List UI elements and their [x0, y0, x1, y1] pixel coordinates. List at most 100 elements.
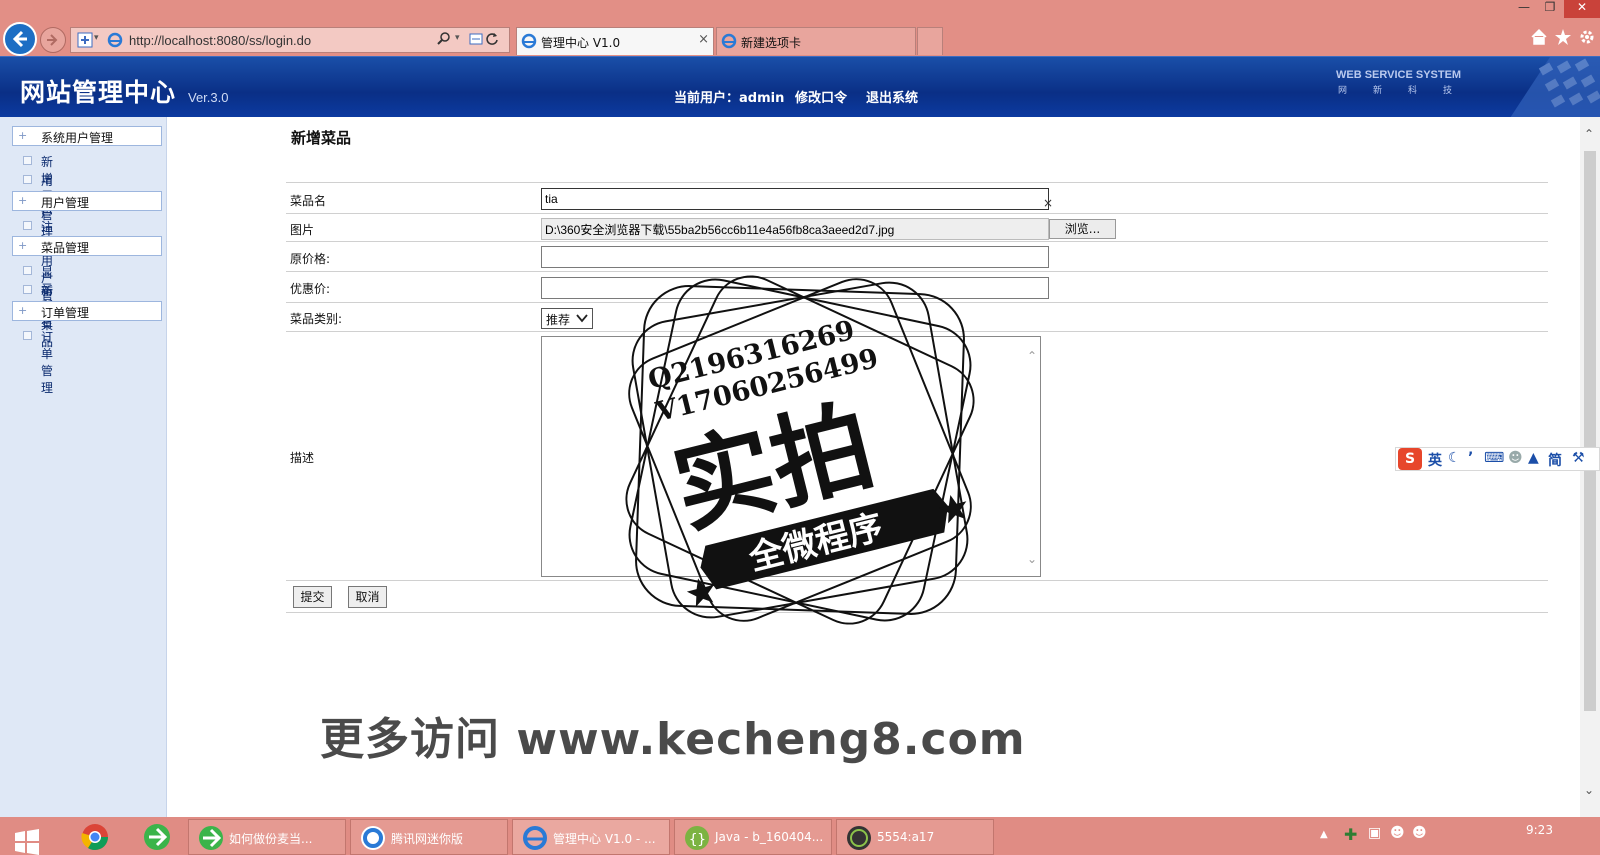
tray-qq2-icon[interactable]: ☻ — [1412, 825, 1427, 841]
search-icon[interactable] — [437, 32, 451, 46]
360-browser-icon[interactable] — [142, 822, 172, 852]
user-icon[interactable]: ☻ — [1508, 450, 1523, 466]
clock[interactable]: 9:23 — [1526, 823, 1553, 837]
browse-button[interactable]: 浏览... — [1049, 219, 1116, 239]
ie-tab-icon — [721, 33, 737, 49]
ie-page-icon — [107, 32, 123, 48]
url-text[interactable]: http://localhost:8080/ss/login.do — [129, 33, 311, 48]
svg-text:{}: {} — [689, 832, 706, 848]
sidebar-group-users[interactable]: + 用户管理 — [12, 191, 162, 211]
submit-button[interactable]: 提交 — [293, 586, 332, 608]
scroll-down-icon[interactable]: ⌄ — [1584, 783, 1594, 797]
ime-toolbar[interactable]: S 英 ☾ ’ ⌨ ☻ ▲ 简 ⚒ — [1395, 447, 1600, 471]
menu-bullet-icon — [23, 266, 32, 275]
ime-language[interactable]: 英 — [1428, 450, 1442, 470]
plus-icon: + — [18, 194, 28, 207]
keyboard-decoration-icon — [1510, 57, 1600, 118]
divider — [286, 213, 1548, 214]
dish-name-input[interactable] — [541, 188, 1049, 210]
tray-network-icon[interactable]: ▣ — [1368, 825, 1381, 841]
taskbar-item-java[interactable]: {} Java - b_160404... — [674, 819, 832, 855]
brand-english: WEB SERVICE SYSTEM — [1336, 69, 1462, 81]
sidebar-group-dishes[interactable]: + 菜品管理 — [12, 236, 162, 256]
stamp-watermark: Q2196316269 V17060256499 实拍 全微程序 — [625, 275, 975, 625]
menu-bullet-icon — [23, 221, 32, 230]
current-user: 当前用户：admin — [674, 91, 785, 106]
forward-button[interactable] — [40, 27, 66, 53]
category-label: 菜品类别: — [290, 312, 343, 326]
tray-expand-icon[interactable]: ▲ — [1320, 829, 1328, 840]
tab-new-tab[interactable]: 新建选项卡 — [716, 27, 916, 55]
refresh-icon[interactable] — [485, 32, 499, 46]
chevron-up-icon[interactable]: ⌃ — [1027, 349, 1037, 363]
skin-icon[interactable]: ▲ — [1528, 450, 1539, 466]
compat-icon[interactable] — [469, 32, 483, 46]
tab-label: 管理中心 V1.0 — [541, 36, 621, 50]
punctuation-icon[interactable]: ’ — [1468, 450, 1473, 466]
home-icon[interactable] — [1530, 28, 1548, 46]
original-price-label: 原价格: — [290, 252, 331, 266]
taskbar-item-tencent-mini[interactable]: 腾讯网迷你版 — [350, 819, 508, 855]
ime-mode[interactable]: 简 — [1548, 450, 1562, 470]
page-title: 新增菜品 — [291, 129, 352, 147]
restore-icon[interactable]: ❐ — [1538, 0, 1562, 18]
description-label: 描述 — [290, 451, 315, 465]
image-label: 图片 — [290, 223, 315, 237]
new-tab-button[interactable] — [917, 27, 943, 55]
plus-icon: + — [18, 239, 28, 252]
taskbar-item-label: 如何做份麦当... — [229, 832, 313, 846]
taskbar-item-label: 管理中心 V1.0 - ... — [553, 832, 656, 846]
taskbar-item-label: 5554:a17 — [877, 830, 935, 844]
sidebar-group-label: 菜品管理 — [41, 241, 90, 255]
category-select[interactable]: 推荐 — [541, 308, 593, 329]
ie-icon — [523, 826, 547, 850]
chevron-down-icon[interactable]: ⌄ — [1027, 552, 1037, 566]
menu-bullet-icon — [23, 331, 32, 340]
divider — [286, 182, 1548, 183]
favorites-star-icon[interactable] — [1554, 28, 1572, 46]
back-button[interactable] — [3, 22, 37, 56]
close-window-icon[interactable]: ✕ — [1564, 0, 1600, 18]
tab-admin-center[interactable]: 管理中心 V1.0 × — [516, 27, 714, 55]
dish-name-label: 菜品名 — [290, 194, 327, 208]
cancel-button[interactable]: 取消 — [348, 586, 387, 608]
image-path-input[interactable] — [541, 218, 1049, 240]
chrome-icon[interactable] — [80, 822, 110, 852]
taskbar: 如何做份麦当... 腾讯网迷你版 管理中心 V1.0 - ... {} Java… — [0, 817, 1600, 855]
wrench-icon[interactable]: ⚒ — [1572, 450, 1585, 466]
dropdown-icon[interactable]: ▾ — [94, 33, 99, 43]
tray-qq-icon[interactable]: ☻ — [1390, 825, 1405, 841]
close-tab-icon[interactable]: × — [698, 32, 709, 47]
scroll-thumb[interactable] — [1584, 151, 1596, 711]
taskbar-item-admin-center[interactable]: 管理中心 V1.0 - ... — [512, 819, 670, 855]
app-header: 网站管理中心 Ver.3.0 当前用户：admin 修改口令 退出系统 WEB … — [0, 56, 1600, 118]
scroll-up-icon[interactable]: ⌃ — [1584, 127, 1594, 141]
tray-security-icon[interactable]: ✚ — [1344, 825, 1357, 844]
menu-bullet-icon — [23, 175, 32, 184]
gear-icon[interactable] — [1578, 28, 1596, 46]
chevron-down-icon — [576, 314, 588, 323]
plus-icon: + — [18, 304, 28, 317]
keyboard-icon[interactable]: ⌨ — [1484, 450, 1504, 466]
clear-input-icon[interactable]: × — [1043, 196, 1053, 210]
windows-start-icon[interactable] — [14, 829, 40, 855]
logout-link[interactable]: 退出系统 — [866, 87, 918, 106]
compat-view-icon[interactable] — [77, 32, 93, 48]
sidebar-group-system-users[interactable]: + 系统用户管理 — [12, 126, 162, 146]
eclipse-java-icon: {} — [685, 826, 709, 850]
address-bar[interactable]: ▾ http://localhost:8080/ss/login.do ▾ — [70, 27, 510, 53]
moon-icon[interactable]: ☾ — [1448, 450, 1461, 466]
change-password-link[interactable]: 修改口令 — [795, 87, 847, 106]
category-selected: 推荐 — [546, 313, 571, 327]
taskbar-item-mcdonalds[interactable]: 如何做份麦当... — [188, 819, 346, 855]
taskbar-item-label: 腾讯网迷你版 — [391, 832, 464, 846]
sidebar-group-orders[interactable]: + 订单管理 — [12, 301, 162, 321]
taskbar-item-emulator[interactable]: 5554:a17 — [836, 819, 994, 855]
android-emulator-icon — [847, 826, 871, 850]
search-dropdown-icon[interactable]: ▾ — [455, 33, 460, 43]
arrow-right-icon — [47, 34, 58, 46]
browser-chrome: — ❐ ✕ ▾ http://localhost:8080/ss/login.d… — [0, 0, 1600, 56]
minimize-icon[interactable]: — — [1512, 0, 1536, 18]
ie-tab-icon — [521, 33, 537, 49]
brand-chinese: 网新科技 — [1338, 86, 1479, 96]
